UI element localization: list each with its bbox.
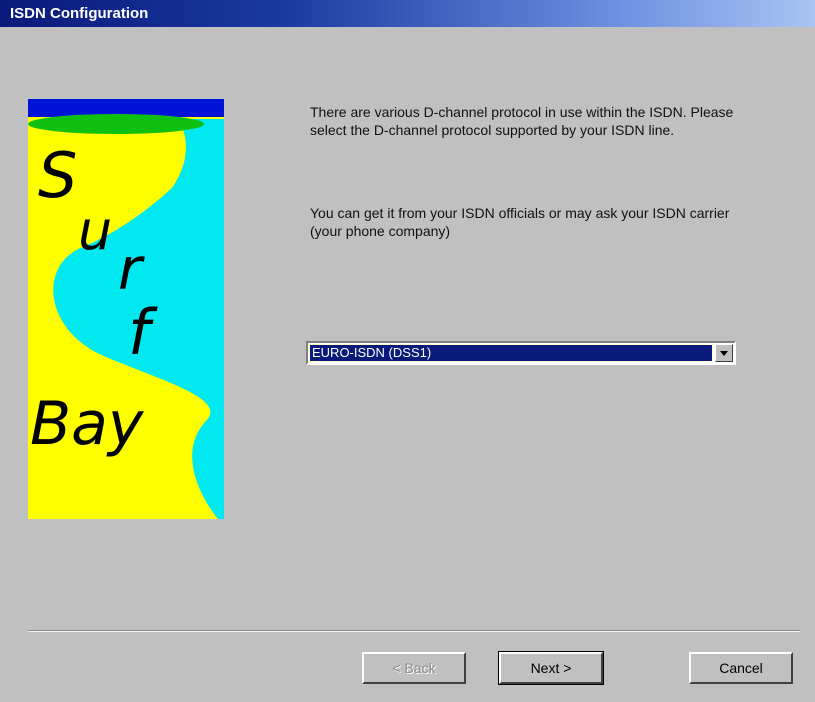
banner-letter-s: S (38, 139, 77, 212)
title-bar: ISDN Configuration (0, 0, 815, 27)
d-channel-protocol-select[interactable]: EURO-ISDN (DSS1) (306, 341, 736, 365)
dropdown-arrow-icon[interactable] (715, 344, 733, 362)
banner-word-bay: Bay (30, 389, 145, 459)
next-button[interactable]: Next > (498, 651, 604, 685)
back-button[interactable]: < Back (362, 652, 466, 684)
surf-bay-logo: S u r f Bay (28, 99, 224, 519)
surf-bay-banner: S u r f Bay (28, 99, 224, 519)
footer-separator (28, 630, 800, 632)
carrier-hint: You can get it from your ISDN officials … (310, 205, 730, 239)
banner-letter-r: r (118, 235, 145, 303)
protocol-description: There are various D-channel protocol in … (310, 104, 734, 138)
banner-letter-u: u (78, 199, 112, 262)
window-title: ISDN Configuration (10, 5, 149, 22)
selected-protocol-value: EURO-ISDN (DSS1) (309, 344, 713, 362)
cancel-button[interactable]: Cancel (689, 652, 793, 684)
